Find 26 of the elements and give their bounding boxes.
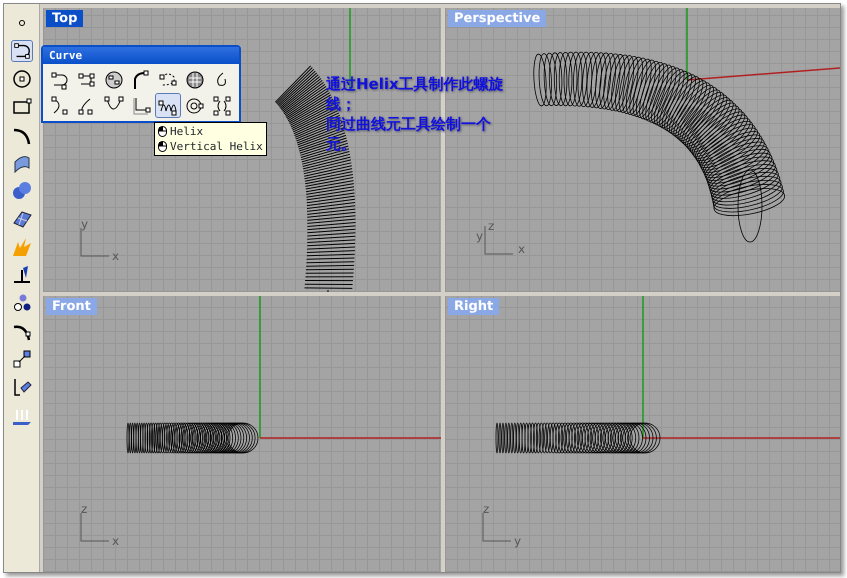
circle-icon[interactable] xyxy=(10,68,32,90)
tooltip-item[interactable]: Helix xyxy=(170,124,204,139)
palette-title: Curve xyxy=(43,47,239,64)
viewport-title[interactable]: Top xyxy=(46,10,84,27)
axis-indicator xyxy=(482,512,512,542)
spheres-icon[interactable] xyxy=(10,180,32,202)
tool-button[interactable] xyxy=(155,93,181,118)
mouse-icon xyxy=(158,126,167,137)
curve-icon xyxy=(211,95,233,117)
axis-label: z xyxy=(488,219,494,233)
sphere-icon xyxy=(184,69,206,91)
mouse-icon xyxy=(158,141,167,152)
axis-label: y xyxy=(476,229,484,243)
circle-icon xyxy=(103,69,125,91)
axis-label: y xyxy=(81,217,88,231)
axis-label: z xyxy=(483,502,490,516)
axis-indicator xyxy=(484,226,514,254)
move-icon[interactable] xyxy=(10,348,32,370)
axis-label: z xyxy=(81,502,88,516)
axis-indicator xyxy=(80,512,110,542)
axis-label: x xyxy=(518,242,526,256)
axis-label: x xyxy=(112,534,120,548)
tooltip-item[interactable]: Vertical Helix xyxy=(170,139,263,154)
axis-label: y xyxy=(514,534,522,548)
curve-icon[interactable] xyxy=(10,40,32,62)
axis-label: x xyxy=(112,249,120,263)
